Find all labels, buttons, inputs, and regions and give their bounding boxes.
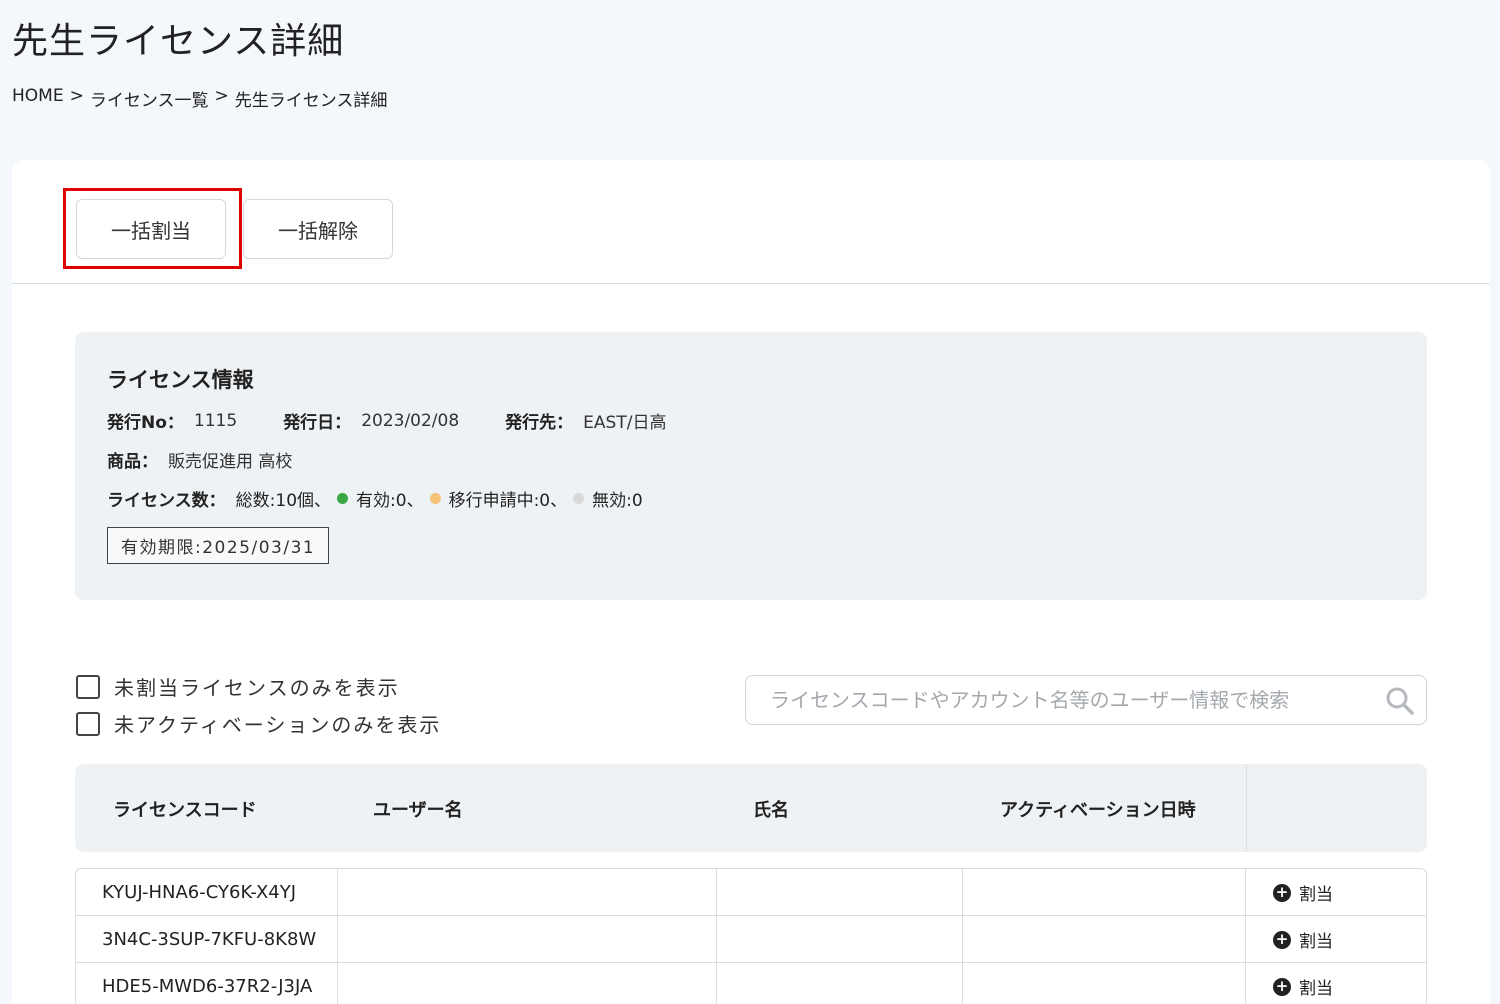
expiry-badge: 有効期限:2025/03/31 bbox=[107, 527, 330, 564]
toolbar: 一括割当 一括解除 bbox=[12, 160, 1490, 284]
license-info-panel: ライセンス情報 発行No： 1115 発行日： 2023/02/08 発行先： … bbox=[75, 332, 1427, 600]
issue-no-label: 発行No： bbox=[107, 413, 184, 433]
license-count-label: ライセンス数： bbox=[107, 491, 226, 511]
column-divider bbox=[1245, 916, 1246, 962]
count-pending: 移行申請中:0、 bbox=[448, 491, 568, 511]
search-icon[interactable] bbox=[1384, 685, 1416, 721]
column-divider bbox=[716, 869, 717, 915]
column-license-code: ライセンスコード bbox=[113, 800, 257, 821]
license-count-row: ライセンス数： 総数:10個、 有効:0、 移行申請中:0、 無効:0 bbox=[107, 486, 1395, 511]
issue-row: 発行No： 1115 発行日： 2023/02/08 発行先： EAST/日高 bbox=[107, 408, 1395, 434]
assign-label: 割当 bbox=[1299, 885, 1333, 905]
column-divider bbox=[337, 963, 338, 1004]
not-activated-checkbox[interactable] bbox=[76, 711, 100, 736]
assign-action[interactable]: + 割当 bbox=[1273, 916, 1333, 963]
unassigned-checkbox[interactable] bbox=[76, 674, 100, 699]
product-label: 商品： bbox=[107, 452, 158, 472]
license-info-heading: ライセンス情報 bbox=[107, 368, 254, 392]
valid-status-dot-icon bbox=[337, 493, 349, 504]
table-row: KYUJ-HNA6-CY6K-X4YJ + 割当 bbox=[76, 869, 1426, 916]
issue-to-label: 発行先： bbox=[505, 413, 574, 433]
plus-circle-icon: + bbox=[1273, 977, 1291, 996]
column-divider bbox=[1245, 869, 1246, 915]
assign-action[interactable]: + 割当 bbox=[1273, 963, 1333, 1004]
breadcrumb: HOME > ライセンス一覧 > 先生ライセンス詳細 bbox=[12, 86, 387, 111]
breadcrumb-separator: > bbox=[69, 86, 84, 106]
table-row: HDE5-MWD6-37R2-J3JA + 割当 bbox=[76, 963, 1426, 1004]
filter-unassigned-only[interactable]: 未割当ライセンスのみを表示 bbox=[76, 668, 441, 705]
license-code-cell: 3N4C-3SUP-7KFU-8K8W bbox=[102, 929, 317, 950]
breadcrumb-home[interactable]: HOME bbox=[12, 86, 64, 111]
count-total: 総数:10個、 bbox=[235, 491, 332, 511]
issue-date-value: 2023/02/08 bbox=[361, 410, 460, 431]
column-divider bbox=[1245, 963, 1246, 1004]
page-title: 先生ライセンス詳細 bbox=[12, 21, 345, 62]
filter-unassigned-label: 未割当ライセンスのみを表示 bbox=[114, 676, 400, 700]
issue-to-value: EAST/日高 bbox=[583, 413, 667, 433]
filter-not-activated-only[interactable]: 未アクティベーションのみを表示 bbox=[76, 705, 441, 742]
breadcrumb-current: 先生ライセンス詳細 bbox=[234, 91, 388, 111]
license-code-cell: KYUJ-HNA6-CY6K-X4YJ bbox=[102, 882, 297, 903]
search-box bbox=[745, 675, 1427, 725]
column-username: ユーザー名 bbox=[373, 800, 463, 821]
assign-label: 割当 bbox=[1299, 979, 1333, 999]
table-header: ライセンスコード ユーザー名 氏名 アクティベーション日時 bbox=[75, 764, 1427, 852]
header-divider bbox=[1246, 764, 1247, 852]
column-full-name: 氏名 bbox=[753, 800, 789, 821]
product-value: 販売促進用 高校 bbox=[168, 452, 293, 472]
column-divider bbox=[962, 869, 963, 915]
invalid-status-dot-icon bbox=[573, 493, 585, 504]
breadcrumb-license-list[interactable]: ライセンス一覧 bbox=[90, 86, 209, 111]
license-table-body: KYUJ-HNA6-CY6K-X4YJ + 割当 3N4C-3SUP-7KFU-… bbox=[75, 868, 1427, 1004]
column-activation-date: アクティベーション日時 bbox=[1000, 800, 1196, 821]
column-divider bbox=[337, 916, 338, 962]
issue-no-value: 1115 bbox=[193, 410, 238, 431]
highlight-box bbox=[63, 188, 242, 269]
pending-status-dot-icon bbox=[429, 493, 441, 504]
issue-date-label: 発行日： bbox=[283, 413, 352, 433]
count-invalid: 無効:0 bbox=[592, 491, 643, 511]
filter-group: 未割当ライセンスのみを表示 未アクティベーションのみを表示 bbox=[76, 668, 441, 742]
license-detail-card: 一括割当 一括解除 ライセンス情報 発行No： 1115 発行日： 2023/0… bbox=[12, 160, 1490, 1004]
assign-label: 割当 bbox=[1299, 932, 1333, 952]
table-row: 3N4C-3SUP-7KFU-8K8W + 割当 bbox=[76, 916, 1426, 963]
column-divider bbox=[962, 916, 963, 962]
column-divider bbox=[337, 869, 338, 915]
bulk-release-button[interactable]: 一括解除 bbox=[243, 199, 393, 259]
assign-action[interactable]: + 割当 bbox=[1273, 869, 1333, 916]
search-input[interactable] bbox=[770, 688, 1370, 712]
plus-circle-icon: + bbox=[1273, 883, 1291, 902]
plus-circle-icon: + bbox=[1273, 930, 1291, 949]
product-row: 商品： 販売促進用 高校 bbox=[107, 447, 1395, 472]
column-divider bbox=[716, 963, 717, 1004]
count-valid: 有効:0、 bbox=[356, 491, 424, 511]
filter-not-activated-label: 未アクティベーションのみを表示 bbox=[114, 713, 442, 737]
breadcrumb-separator: > bbox=[214, 86, 229, 106]
column-divider bbox=[716, 916, 717, 962]
column-divider bbox=[962, 963, 963, 1004]
license-code-cell: HDE5-MWD6-37R2-J3JA bbox=[102, 976, 313, 997]
